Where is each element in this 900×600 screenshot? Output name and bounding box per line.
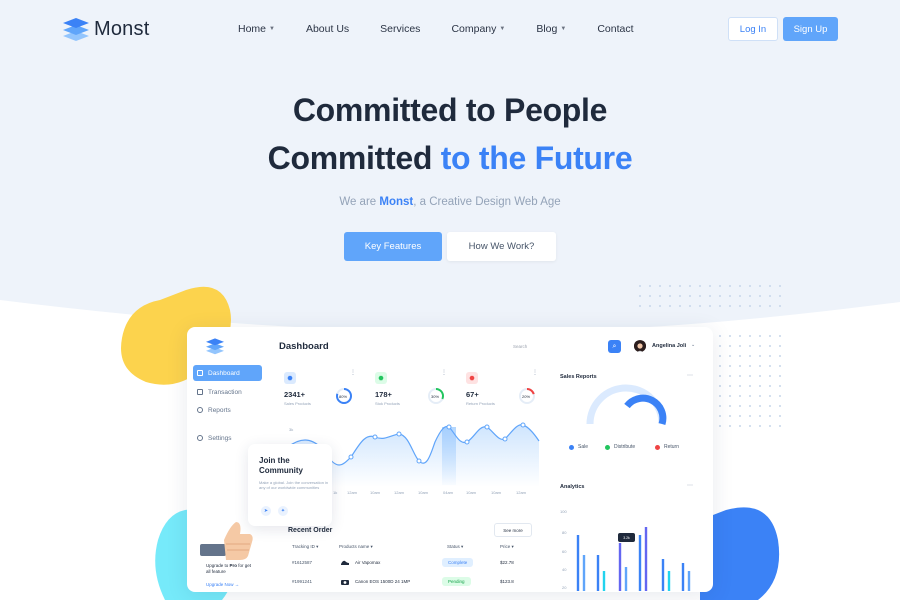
sneaker-icon: [341, 560, 349, 565]
order-price: $123.8: [500, 579, 514, 584]
column-header-status[interactable]: Status ▾: [447, 544, 463, 550]
x-axis-label: 10am: [491, 490, 502, 495]
menu-item-contact[interactable]: Contact: [597, 23, 633, 35]
join-community-card: Join the Community Make a global. Join t…: [248, 444, 332, 526]
see-more-button[interactable]: See more: [494, 523, 532, 537]
legend-item-distribute: Distribute: [605, 444, 635, 450]
menu-item-company[interactable]: Company ▼: [451, 23, 505, 35]
order-id: #1612587: [292, 560, 313, 565]
header-label: Price: [500, 544, 511, 549]
y-tick: 20: [562, 585, 567, 590]
progress-label-sales: 80%: [339, 394, 348, 399]
sort-icon: ▾: [369, 544, 373, 549]
headline-plain: Committed: [267, 140, 441, 176]
status-badge: Pending: [442, 577, 471, 586]
upgrade-text: Upgrade to Pro for get all feature: [206, 563, 254, 575]
chevron-down-icon: ▼: [499, 26, 506, 32]
menu-label: Home: [238, 23, 267, 35]
header-label: Products name: [339, 544, 370, 549]
upgrade-text-pre: Upgrade to: [206, 563, 230, 568]
progress-label-return: 20%: [522, 394, 531, 399]
y-tick: 100: [560, 509, 567, 514]
menu-label: Blog: [536, 23, 558, 35]
y-tick: 60: [562, 549, 567, 554]
legend-label: Return: [664, 444, 680, 450]
y-axis-label: 3k: [289, 427, 294, 432]
menu-item-blog[interactable]: Blog ▼: [536, 23, 566, 35]
hero-subtitle: We are Monst, a Creative Design Web Age: [0, 196, 900, 208]
chevron-down-icon: ▼: [560, 26, 567, 32]
order-product: Canon EOS 1500D 24 1MP: [355, 579, 411, 584]
menu-label: Contact: [597, 23, 634, 35]
chevron-down-icon: ▼: [269, 26, 275, 32]
progress-label-stock: 30%: [431, 394, 440, 399]
legend-label: Distribute: [614, 444, 636, 450]
x-axis-label: 1k: [333, 490, 338, 495]
legend-dot: [655, 444, 660, 450]
header-label: Status: [447, 544, 460, 549]
menu-item-home[interactable]: Home ▼: [238, 23, 275, 35]
subtitle-pre: We are: [339, 196, 380, 208]
community-title: Join the Community: [259, 456, 303, 475]
header-label: Tracking ID: [292, 544, 315, 549]
upgrade-now-link[interactable]: Upgrade Now →: [206, 582, 239, 587]
more-icon[interactable]: ⋯: [687, 482, 693, 489]
menu-item-about[interactable]: About Us: [306, 23, 349, 35]
recent-order-title: Recent Order: [288, 527, 333, 534]
menu-label: Company: [451, 23, 497, 35]
layers-logo-icon: [63, 18, 89, 41]
y-tick: 80: [562, 530, 567, 535]
top-navbar: Monst Home ▼ About Us Services Company ▼ B…: [0, 0, 900, 60]
twitter-icon[interactable]: ✦: [278, 506, 288, 516]
login-button[interactable]: Log In: [728, 17, 778, 41]
how-we-work-button[interactable]: How We Work?: [447, 232, 556, 261]
main-menu: Home ▼ About Us Services Company ▼ Blog ▼ C…: [238, 23, 665, 35]
menu-label: About Us: [305, 23, 350, 35]
sort-icon: ▾: [459, 544, 464, 549]
arrow-right-icon: →: [233, 582, 240, 587]
brand-logo[interactable]: Monst: [62, 16, 149, 42]
x-axis-label: 12am: [347, 490, 358, 495]
menu-item-services[interactable]: Services: [380, 23, 420, 35]
x-axis-label: 12am: [516, 490, 527, 495]
status-badge: Complete: [442, 558, 474, 567]
column-header-product[interactable]: Products name ▾: [339, 544, 373, 550]
x-axis-label: 10am: [418, 490, 429, 495]
order-id: #1991241: [292, 579, 313, 584]
analytics-tooltip: 3.2k: [618, 533, 635, 542]
x-axis-label: 12am: [394, 490, 405, 495]
column-header-price[interactable]: Price ▾: [500, 544, 514, 550]
hero-headline-line2: Committed to the Future: [0, 140, 900, 177]
x-axis-label: 10am: [370, 490, 381, 495]
x-axis-label: 04am: [443, 490, 454, 495]
telegram-icon[interactable]: ➤: [261, 506, 271, 516]
legend-dot: [569, 444, 574, 450]
community-text: Make a global. Join the conversation in …: [259, 480, 329, 490]
headline-accent: to the Future: [440, 140, 633, 176]
menu-label: Services: [380, 23, 421, 35]
key-features-button[interactable]: Key Features: [344, 232, 442, 261]
sales-reports-title: Sales Reports: [560, 374, 597, 380]
signup-button[interactable]: Sign Up: [783, 17, 838, 41]
upgrade-text-pro: Pro: [229, 563, 238, 568]
subtitle-post: , a Creative Design Web Age: [413, 196, 561, 208]
hero-headline-line1: Committed to People: [292, 92, 608, 128]
legend-item-sale: Sale: [569, 444, 588, 450]
column-header-tracking[interactable]: Tracking ID ▾: [292, 544, 318, 550]
order-price: $22.78: [500, 560, 514, 565]
legend-dot: [605, 444, 610, 450]
sort-icon: ▾: [314, 544, 319, 549]
legend-item-return: Return: [655, 444, 679, 450]
brand-name: Monst: [94, 17, 150, 40]
camera-icon: [341, 580, 349, 585]
analytics-title: Analytics: [560, 484, 585, 490]
sort-icon: ▾: [510, 544, 514, 549]
legend-label: Sale: [578, 444, 589, 450]
x-axis-label: 10am: [466, 490, 477, 495]
y-tick: 40: [562, 567, 567, 572]
upgrade-link-label: Upgrade Now: [206, 582, 234, 587]
more-icon[interactable]: ⋯: [687, 372, 693, 379]
subtitle-brand: Monst: [379, 196, 414, 208]
order-product: Air Vapomax: [355, 560, 381, 565]
